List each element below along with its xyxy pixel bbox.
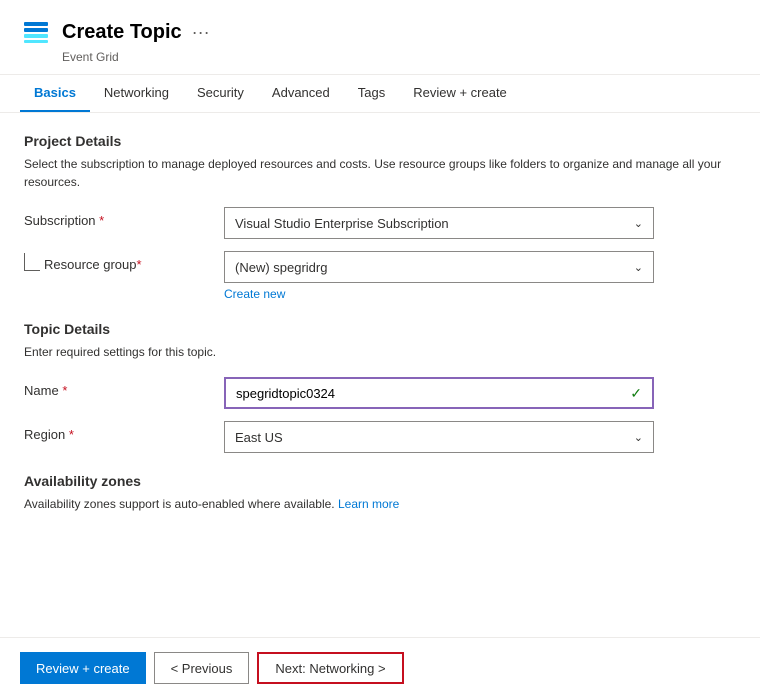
topic-details-section: Topic Details Enter required settings fo… bbox=[24, 321, 736, 453]
region-row: Region * East US ⌄ bbox=[24, 421, 736, 453]
region-select[interactable]: East US ⌄ bbox=[224, 421, 654, 453]
tab-tags[interactable]: Tags bbox=[344, 75, 399, 112]
resource-group-chevron-icon: ⌄ bbox=[634, 261, 643, 274]
region-control: East US ⌄ bbox=[224, 421, 654, 453]
subscription-required: * bbox=[99, 213, 104, 228]
resource-group-required: * bbox=[137, 257, 142, 272]
main-content: Project Details Select the subscription … bbox=[0, 113, 760, 637]
availability-zones-description: Availability zones support is auto-enabl… bbox=[24, 495, 736, 513]
resource-icon bbox=[20, 16, 52, 48]
page-subtitle: Event Grid bbox=[62, 50, 740, 64]
availability-zones-title: Availability zones bbox=[24, 473, 736, 489]
rg-indent: Resource group * bbox=[24, 257, 142, 272]
subscription-value: Visual Studio Enterprise Subscription bbox=[235, 216, 449, 231]
resource-group-select[interactable]: (New) spegridrg ⌄ bbox=[224, 251, 654, 283]
rg-line bbox=[24, 253, 40, 271]
more-options-icon[interactable]: ··· bbox=[192, 22, 210, 43]
name-input[interactable] bbox=[236, 386, 630, 401]
subscription-control: Visual Studio Enterprise Subscription ⌄ bbox=[224, 207, 654, 239]
input-check-icon: ✓ bbox=[630, 385, 642, 402]
project-details-description: Select the subscription to manage deploy… bbox=[24, 155, 736, 191]
review-create-button[interactable]: Review + create bbox=[20, 652, 146, 684]
project-details-title: Project Details bbox=[24, 133, 736, 149]
next-networking-button[interactable]: Next: Networking > bbox=[257, 652, 403, 684]
region-value: East US bbox=[235, 430, 283, 445]
resource-group-label-area: Resource group * bbox=[24, 251, 224, 272]
subscription-select[interactable]: Visual Studio Enterprise Subscription ⌄ bbox=[224, 207, 654, 239]
resource-group-control: (New) spegridrg ⌄ bbox=[224, 251, 654, 283]
footer: Review + create < Previous Next: Network… bbox=[0, 637, 760, 698]
tab-bar: Basics Networking Security Advanced Tags… bbox=[0, 75, 760, 113]
project-details-section: Project Details Select the subscription … bbox=[24, 133, 736, 301]
tab-networking[interactable]: Networking bbox=[90, 75, 183, 112]
topic-details-title: Topic Details bbox=[24, 321, 736, 337]
tab-security[interactable]: Security bbox=[183, 75, 258, 112]
tab-basics[interactable]: Basics bbox=[20, 75, 90, 112]
region-chevron-icon: ⌄ bbox=[634, 431, 643, 444]
resource-group-label: Resource group bbox=[44, 257, 137, 272]
resource-group-value: (New) spegridrg bbox=[235, 260, 327, 275]
create-new-link[interactable]: Create new bbox=[224, 287, 736, 301]
topic-details-description: Enter required settings for this topic. bbox=[24, 343, 736, 361]
region-required: * bbox=[69, 427, 74, 442]
previous-button[interactable]: < Previous bbox=[154, 652, 250, 684]
learn-more-link[interactable]: Learn more bbox=[338, 497, 399, 511]
region-label: Region * bbox=[24, 421, 224, 442]
name-label: Name * bbox=[24, 377, 224, 398]
name-row: Name * ✓ bbox=[24, 377, 736, 409]
tab-review-create[interactable]: Review + create bbox=[399, 75, 521, 112]
page-title: Create Topic bbox=[62, 21, 182, 44]
name-required: * bbox=[62, 383, 67, 398]
subscription-label: Subscription * bbox=[24, 207, 224, 228]
availability-zones-section: Availability zones Availability zones su… bbox=[24, 473, 736, 513]
subscription-chevron-icon: ⌄ bbox=[634, 217, 643, 230]
page-header: Create Topic ··· Event Grid bbox=[0, 0, 760, 75]
subscription-row: Subscription * Visual Studio Enterprise … bbox=[24, 207, 736, 239]
tab-advanced[interactable]: Advanced bbox=[258, 75, 344, 112]
name-input-wrapper: ✓ bbox=[224, 377, 654, 409]
resource-group-row: Resource group * (New) spegridrg ⌄ bbox=[24, 251, 736, 283]
name-control: ✓ bbox=[224, 377, 654, 409]
